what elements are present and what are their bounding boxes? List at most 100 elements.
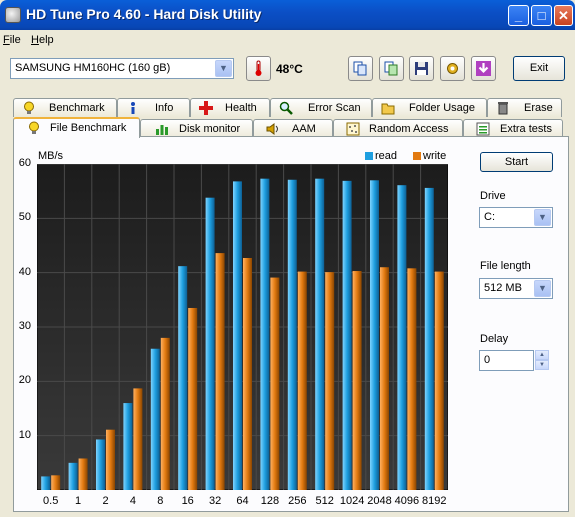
- x-tick-label: 128: [260, 495, 280, 507]
- temperature-button[interactable]: [246, 56, 271, 81]
- trash-icon: [498, 102, 508, 115]
- magnifier-icon: [279, 101, 293, 115]
- save-button[interactable]: [409, 56, 434, 81]
- spin-up-icon[interactable]: ▲: [535, 350, 549, 360]
- bar-read-8: [150, 348, 160, 490]
- y-tick-label: 20: [18, 374, 31, 387]
- checklist-icon: [476, 122, 490, 136]
- bar-write-32: [215, 253, 225, 490]
- chevron-down-icon[interactable]: ▼: [534, 280, 551, 297]
- x-tick-label: 256: [288, 495, 307, 507]
- bar-read-2048: [370, 180, 379, 490]
- lightbulb-file-icon: [29, 121, 39, 134]
- bar-write-1: [78, 458, 88, 490]
- tab-health[interactable]: Health: [190, 98, 270, 117]
- x-tick-label: 8192: [422, 495, 447, 507]
- x-tick-label: 64: [236, 495, 249, 507]
- x-tick-label: 2: [102, 495, 109, 507]
- copy-text-button[interactable]: [348, 56, 373, 81]
- options-button[interactable]: [440, 56, 465, 81]
- y-tick-label: 30: [18, 320, 31, 332]
- menu-bar: File Help: [0, 30, 575, 50]
- x-tick-label: 1024: [339, 495, 365, 507]
- x-tick-label: 8: [157, 495, 164, 507]
- bar-read-1: [68, 462, 78, 490]
- delay-spinner[interactable]: ▲ ▼: [535, 350, 549, 371]
- y-axis-unit: MB/s: [38, 150, 64, 162]
- app-icon: [5, 7, 21, 23]
- bar-read-4: [123, 403, 133, 490]
- bar-read-512: [315, 178, 325, 490]
- menu-file[interactable]: File: [3, 34, 21, 46]
- bar-write-1024: [352, 271, 362, 490]
- x-tick-label: 512: [315, 495, 334, 507]
- x-tick-label: 2048: [367, 495, 392, 507]
- close-button[interactable]: ✕: [554, 5, 573, 26]
- bar-read-256: [287, 179, 297, 490]
- bar-read-0.5: [41, 476, 51, 490]
- x-tick-label: 1: [75, 495, 82, 507]
- bar-read-64: [233, 181, 242, 490]
- dots-grid-icon: [346, 122, 360, 136]
- tab-file-benchmark[interactable]: File Benchmark: [13, 117, 140, 138]
- drive-select[interactable]: C: ▼: [479, 207, 553, 228]
- tab-info[interactable]: Info: [117, 98, 190, 117]
- bar-write-8192: [434, 271, 444, 490]
- drive-select-value: C:: [484, 211, 495, 223]
- info-icon: [131, 102, 135, 114]
- file-length-select[interactable]: 512 MB ▼: [479, 278, 553, 299]
- bar-write-16: [188, 307, 198, 490]
- chevron-down-icon[interactable]: ▼: [215, 60, 232, 77]
- legend-write-label: write: [423, 150, 447, 162]
- bar-write-4096: [407, 268, 417, 490]
- tab-benchmark[interactable]: Benchmark: [13, 98, 117, 117]
- bar-write-512: [325, 272, 335, 490]
- thermometer-icon: [255, 60, 262, 76]
- delay-label: Delay: [480, 333, 509, 345]
- bar-chart-icon: [156, 125, 168, 135]
- bar-write-0.5: [51, 475, 61, 490]
- tab-folder-usage[interactable]: Folder Usage: [372, 98, 487, 117]
- y-tick-label: 50: [18, 211, 31, 224]
- lightbulb-icon: [24, 101, 34, 114]
- x-tick-label: 4: [129, 495, 136, 507]
- bar-write-8: [160, 337, 170, 490]
- bar-read-2: [96, 439, 105, 490]
- window-title: HD Tune Pro 4.60 - Hard Disk Utility: [26, 6, 262, 22]
- bar-write-4: [133, 388, 143, 490]
- file-length-value: 512 MB: [484, 282, 522, 294]
- title-bar: HD Tune Pro 4.60 - Hard Disk Utility _ □…: [0, 0, 575, 30]
- tools-icon: [447, 63, 458, 74]
- delay-value: 0: [484, 354, 491, 366]
- maximize-button[interactable]: □: [531, 5, 552, 26]
- exit-button[interactable]: Exit: [513, 56, 565, 81]
- minimize-button[interactable]: _: [508, 5, 529, 26]
- download-arrow-icon: [476, 61, 491, 76]
- download-button[interactable]: [471, 56, 496, 81]
- drive-dropdown[interactable]: SAMSUNG HM160HC (160 gB) ▼: [10, 58, 234, 79]
- bar-read-8192: [424, 187, 434, 490]
- x-tick-label: 0.5: [43, 495, 59, 507]
- bar-read-16: [178, 266, 188, 490]
- chevron-down-icon[interactable]: ▼: [534, 209, 551, 226]
- bar-write-256: [297, 271, 307, 490]
- spin-down-icon[interactable]: ▼: [535, 360, 549, 370]
- benchmark-chart: [37, 164, 448, 490]
- tab-erase[interactable]: Erase: [487, 98, 562, 117]
- file-length-label: File length: [480, 260, 531, 272]
- bar-write-128: [270, 277, 280, 490]
- y-tick-label: 10: [18, 428, 31, 441]
- menu-help[interactable]: Help: [31, 34, 54, 46]
- tab-error-scan[interactable]: Error Scan: [270, 98, 372, 117]
- legend-read-swatch: [365, 152, 373, 160]
- delay-input[interactable]: 0: [479, 350, 534, 371]
- bar-read-4096: [397, 185, 407, 490]
- copy-screenshot-button[interactable]: [379, 56, 404, 81]
- start-button[interactable]: Start: [480, 152, 553, 172]
- bar-read-1024: [342, 180, 352, 490]
- temperature-value: 48°C: [276, 62, 303, 76]
- bar-read-32: [205, 197, 215, 490]
- folder-icon: [381, 103, 395, 115]
- y-tick-label: 40: [18, 265, 31, 278]
- speaker-icon: [266, 123, 278, 135]
